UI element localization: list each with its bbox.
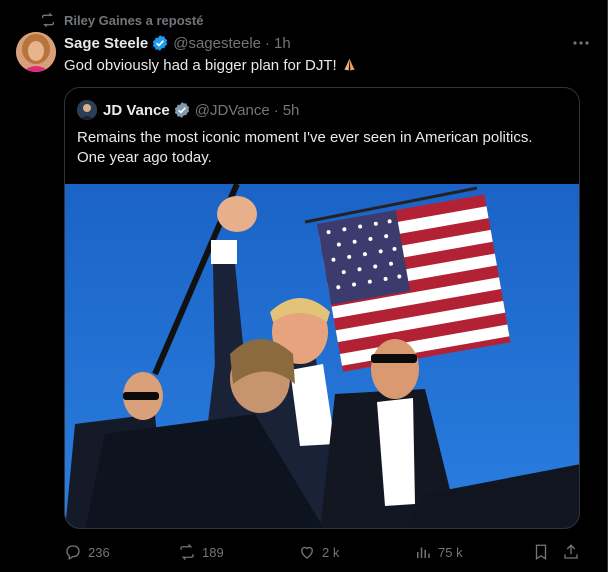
share-button[interactable]: [562, 540, 586, 564]
like-button[interactable]: 2 k: [298, 540, 339, 564]
folded-hands-icon: [344, 58, 355, 71]
quoted-author-name: JD Vance: [103, 101, 170, 119]
quoted-author-handle: @JDVance: [194, 101, 270, 119]
quoted-post-photo[interactable]: [65, 184, 580, 529]
verified-badge-icon: [174, 102, 189, 118]
repost-icon: [42, 12, 54, 28]
author-handle[interactable]: @sagesteele: [173, 35, 261, 52]
reply-button[interactable]: 236: [64, 540, 110, 564]
separator-dot: ·: [273, 101, 279, 119]
share-icon: [564, 544, 578, 559]
repost-button[interactable]: 189: [178, 540, 224, 564]
like-count: 2 k: [322, 544, 340, 560]
reply-count: 236: [88, 544, 110, 560]
view-count: 75 k: [438, 544, 463, 560]
separator-dot: ·: [265, 34, 270, 52]
author-avatar[interactable]: [16, 32, 56, 72]
quoted-post-card[interactable]: JD Vance @JDVance · 5h Remains the most …: [64, 87, 580, 529]
post-text-body: God obviously had a bigger plan for DJT!: [64, 57, 337, 74]
action-bar: 236 189 2 k 75 k: [64, 540, 584, 564]
repost-indicator[interactable]: Riley Gaines a reposté: [40, 12, 203, 28]
author-name[interactable]: Sage Steele: [64, 35, 148, 52]
verified-badge-icon[interactable]: [151, 34, 169, 52]
heart-icon: [301, 546, 313, 559]
views-chart-icon: [417, 547, 430, 558]
bookmark-icon: [535, 544, 547, 561]
quoted-author-avatar: [77, 100, 97, 120]
more-options-icon[interactable]: [570, 34, 592, 52]
quoted-text-line: Remains the most iconic moment I've ever…: [77, 129, 533, 146]
post-text: God obviously had a bigger plan for DJT!: [64, 56, 358, 76]
quoted-post-time: 5h: [282, 101, 300, 119]
post-time[interactable]: 1h: [274, 35, 291, 52]
views-button[interactable]: 75 k: [414, 540, 463, 564]
reply-icon: [66, 545, 80, 560]
post-header: Sage Steele @sagesteele · 1h: [64, 33, 592, 53]
repost-count: 189: [202, 544, 224, 560]
repost-label: Riley Gaines a reposté: [64, 12, 204, 28]
bookmark-button[interactable]: [532, 540, 556, 564]
quoted-text-line: One year ago today.: [77, 149, 212, 166]
repost-icon: [180, 544, 194, 560]
quoted-post-header: JD Vance @JDVance · 5h: [77, 100, 299, 120]
quoted-post-text: Remains the most iconic moment I've ever…: [77, 128, 567, 168]
